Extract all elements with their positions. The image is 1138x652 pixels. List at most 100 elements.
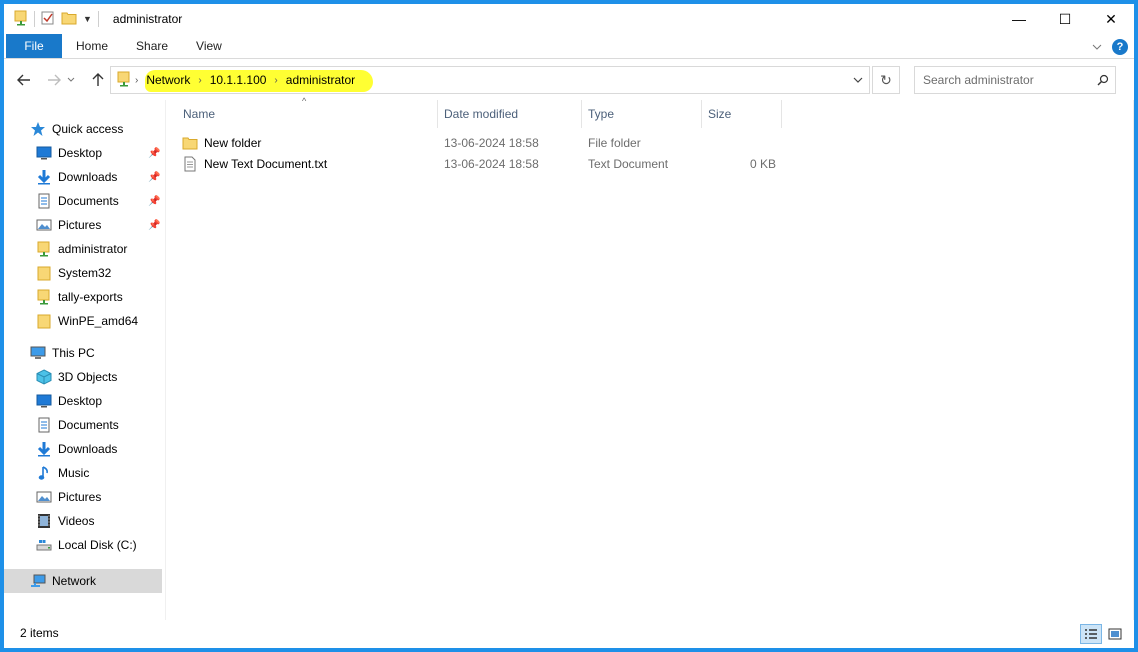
column-separator[interactable] xyxy=(581,100,582,128)
file-name-cell: New Text Document.txt xyxy=(182,153,327,174)
minimize-button[interactable]: — xyxy=(996,4,1042,34)
nav-qa-documents[interactable]: Documents xyxy=(36,190,119,212)
desktop-icon xyxy=(36,393,52,409)
column-header-date[interactable]: Date modified xyxy=(444,102,518,126)
up-arrow-icon xyxy=(92,73,104,86)
back-button[interactable] xyxy=(12,68,36,92)
nav-label: Documents xyxy=(58,418,119,432)
breadcrumb-separator-icon[interactable]: › xyxy=(194,75,205,86)
music-icon xyxy=(36,465,52,481)
pictures-icon xyxy=(36,489,52,505)
nav-label: Downloads xyxy=(58,442,118,456)
nav-pc-pictures[interactable]: Pictures xyxy=(36,486,101,508)
expand-ribbon-chevron-icon[interactable] xyxy=(1092,40,1102,54)
tab-home[interactable]: Home xyxy=(62,34,122,58)
nav-qa-winpe[interactable]: WinPE_amd64 xyxy=(36,310,138,332)
new-folder-icon[interactable] xyxy=(61,11,77,28)
nav-this-pc[interactable]: This PC xyxy=(30,342,95,364)
breadcrumb-host[interactable]: 10.1.1.100 xyxy=(206,73,271,87)
local-disk-icon xyxy=(36,537,52,553)
nav-qa-downloads[interactable]: Downloads xyxy=(36,166,117,188)
nav-pc-3d-objects[interactable]: 3D Objects xyxy=(36,366,117,388)
nav-qa-administrator[interactable]: administrator xyxy=(36,238,127,260)
file-name: New folder xyxy=(204,135,262,150)
tab-view[interactable]: View xyxy=(182,34,236,58)
search-input[interactable] xyxy=(923,73,1091,87)
forward-button[interactable] xyxy=(42,68,66,92)
refresh-button[interactable]: ↻ xyxy=(872,66,900,94)
navigation-pane: Quick access Desktop 📌 Downloads 📌 Docum… xyxy=(4,112,164,622)
large-icons-view-button[interactable] xyxy=(1104,624,1126,644)
breadcrumb: › Network › 10.1.1.100 › administrator xyxy=(111,67,847,93)
nav-label: Local Disk (C:) xyxy=(58,538,137,552)
nav-label: This PC xyxy=(52,346,95,360)
nav-label: Desktop xyxy=(58,146,103,160)
documents-icon xyxy=(36,193,52,209)
computer-icon xyxy=(30,345,46,361)
minimize-icon: — xyxy=(1012,11,1026,27)
nav-pc-videos[interactable]: Videos xyxy=(36,510,94,532)
window-title: administrator xyxy=(112,12,183,26)
breadcrumb-separator-icon[interactable]: › xyxy=(270,75,281,86)
breadcrumb-administrator[interactable]: administrator xyxy=(282,73,359,87)
column-header-size[interactable]: Size xyxy=(708,102,731,126)
close-button[interactable]: ✕ xyxy=(1088,4,1134,34)
network-folder-icon xyxy=(14,10,28,29)
3d-objects-icon xyxy=(36,369,52,385)
file-row[interactable]: New Text Document.txt 13-06-2024 18:58 T… xyxy=(182,153,784,174)
nav-pc-desktop[interactable]: Desktop xyxy=(36,390,102,412)
explorer-window: ▼ administrator — ☐ ✕ File Home Share Vi… xyxy=(4,4,1134,648)
nav-quick-access[interactable]: Quick access xyxy=(30,118,123,140)
file-name-cell: New folder xyxy=(182,132,261,153)
pin-icon: 📌 xyxy=(148,148,161,159)
search-box[interactable] xyxy=(914,66,1116,94)
column-header-type[interactable]: Type xyxy=(588,102,614,126)
nav-pc-downloads[interactable]: Downloads xyxy=(36,438,117,460)
tab-file[interactable]: File xyxy=(6,34,62,58)
nav-label: Music xyxy=(58,466,90,480)
refresh-icon: ↻ xyxy=(880,71,892,88)
forward-arrow-icon xyxy=(48,74,61,86)
up-button[interactable] xyxy=(86,68,110,92)
nav-label: Desktop xyxy=(58,394,103,408)
sort-ascending-icon: ^ xyxy=(302,96,307,106)
file-row[interactable]: New folder 13-06-2024 18:58 File folder xyxy=(182,132,784,153)
large-icons-view-icon xyxy=(1108,628,1122,640)
nav-network[interactable]: Network xyxy=(30,570,96,592)
nav-qa-pictures[interactable]: Pictures xyxy=(36,214,101,236)
nav-label: Pictures xyxy=(58,490,102,504)
address-bar[interactable]: › Network › 10.1.1.100 › administrator xyxy=(110,66,870,94)
recent-locations-button[interactable] xyxy=(64,68,78,92)
pane-divider[interactable] xyxy=(165,100,166,620)
window-controls: — ☐ ✕ xyxy=(996,4,1134,34)
customize-qat-chevron-icon[interactable]: ▼ xyxy=(83,14,92,24)
nav-pc-documents[interactable]: Documents xyxy=(36,414,119,436)
downloads-icon xyxy=(36,441,52,457)
ribbon-right-controls: ? xyxy=(1092,34,1128,59)
videos-icon xyxy=(36,513,52,529)
maximize-button[interactable]: ☐ xyxy=(1042,4,1088,34)
text-file-icon xyxy=(182,156,198,172)
details-view-button[interactable] xyxy=(1080,624,1102,644)
column-separator[interactable] xyxy=(437,100,438,128)
nav-qa-system32[interactable]: System32 xyxy=(36,262,111,284)
nav-pc-music[interactable]: Music xyxy=(36,462,89,484)
search-icon[interactable] xyxy=(1091,74,1115,86)
status-item-count: 2 items xyxy=(20,626,59,640)
nav-label: administrator xyxy=(58,242,128,256)
folder-icon xyxy=(36,313,52,329)
tab-share[interactable]: Share xyxy=(122,34,182,58)
column-separator[interactable] xyxy=(701,100,702,128)
properties-icon[interactable] xyxy=(41,10,55,29)
qat-separator xyxy=(34,11,35,27)
column-separator[interactable] xyxy=(781,100,782,128)
nav-pc-local-disk[interactable]: Local Disk (C:) xyxy=(36,534,137,556)
address-dropdown-button[interactable] xyxy=(847,67,869,93)
nav-qa-desktop[interactable]: Desktop xyxy=(36,142,102,164)
breadcrumb-separator-icon[interactable]: › xyxy=(131,75,142,86)
folder-icon xyxy=(36,265,52,281)
help-icon[interactable]: ? xyxy=(1112,38,1128,55)
column-header-name[interactable]: Name xyxy=(183,102,215,126)
nav-qa-tally-exports[interactable]: tally-exports xyxy=(36,286,123,308)
breadcrumb-network[interactable]: Network xyxy=(142,73,194,87)
